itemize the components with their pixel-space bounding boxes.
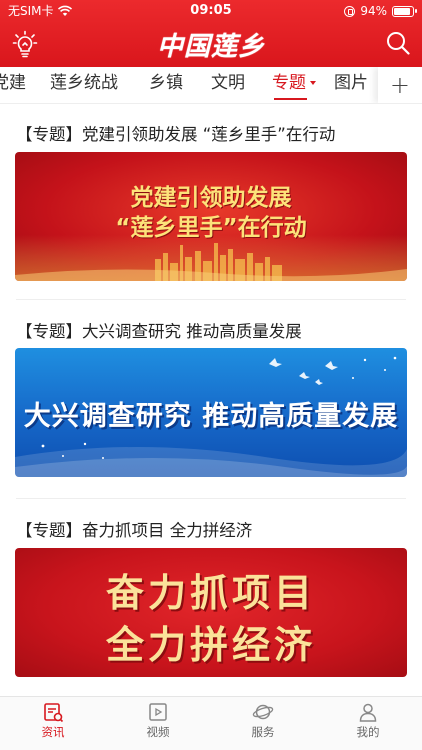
app-logo: 中国莲乡 [156, 32, 265, 62]
planet-icon [252, 704, 274, 720]
divider [16, 299, 406, 300]
status-bar: 无SIM卡 09:05 94% [0, 0, 422, 22]
tab-profile[interactable]: 我的 [338, 701, 398, 740]
feed-item-banner[interactable]: 党建引领助发展 “莲乡里手”在行动 [15, 152, 407, 281]
feed-item-title: 【专题】奋力抓项目 全力拼经济 [16, 521, 253, 540]
tab-label: 乡镇 [149, 73, 183, 93]
banner-headline-line2: 全力拼经济 [105, 623, 316, 667]
add-channel-button[interactable]: + [378, 67, 422, 103]
tab-lianxiang-tongzhan[interactable]: 莲乡统战 [50, 67, 118, 103]
search-icon[interactable] [386, 31, 410, 55]
tab-label: 莲乡统战 [50, 73, 118, 93]
active-tab-indicator [274, 98, 307, 100]
feed-item-banner[interactable]: 大兴调查研究 推动高质量发展 [15, 348, 407, 477]
news-icon [44, 703, 64, 723]
divider [16, 498, 406, 499]
tab-label: 专题 [272, 73, 306, 93]
tab-services[interactable]: 服务 [233, 701, 293, 740]
banner-headline-line1: 奋力抓项目 [105, 571, 316, 615]
plus-icon: + [389, 71, 410, 99]
tab-zhuanti[interactable]: 专题 [272, 67, 316, 103]
banner-headline-line1: 党建引领助发展 [130, 185, 292, 211]
tab-label: 党建 [0, 73, 26, 93]
banner-headline: 大兴调查研究 推动高质量发展 [23, 401, 399, 432]
feed-item-banner[interactable]: 奋力抓项目 全力拼经济 [15, 548, 407, 677]
caret-down-icon [310, 81, 316, 85]
battery-group: 94% [344, 0, 417, 22]
tab-wenming[interactable]: 文明 [211, 67, 245, 103]
tab-tupian[interactable]: 图片 [334, 67, 368, 103]
sparkle-decoration [41, 442, 104, 459]
battery-percent: 94% [360, 4, 387, 18]
tab-profile-label: 我的 [356, 725, 380, 739]
app-header: 无SIM卡 09:05 94% 中国莲乡 [0, 0, 422, 67]
channel-tabs: 党建 莲乡统战 乡镇 文明 专题 图片 + [0, 67, 422, 104]
tab-services-label: 服务 [251, 725, 275, 739]
tab-label: 图片 [334, 73, 368, 93]
profile-icon [359, 703, 377, 722]
battery-level [394, 7, 410, 15]
orientation-lock-icon [344, 5, 356, 17]
tab-dangjian[interactable]: 党建 [0, 67, 26, 103]
battery-icon [392, 5, 417, 17]
tab-xiangzhen[interactable]: 乡镇 [149, 67, 183, 103]
tab-video[interactable]: 视频 [128, 701, 188, 740]
tab-news[interactable]: 资讯 [23, 701, 83, 740]
tab-news-label: 资讯 [41, 725, 65, 739]
feed-item-title: 【专题】党建引领助发展 “莲乡里手”在行动 [16, 125, 336, 144]
bottom-tab-bar: 资讯 视频 服务 我的 [0, 696, 422, 750]
video-icon [149, 703, 167, 721]
banner-headline-line2: “莲乡里手”在行动 [115, 215, 307, 241]
doves-icon [269, 356, 397, 385]
tab-video-label: 视频 [146, 725, 170, 739]
tab-label: 文明 [211, 73, 245, 93]
feed-item-title: 【专题】大兴调查研究 推动高质量发展 [16, 322, 302, 341]
